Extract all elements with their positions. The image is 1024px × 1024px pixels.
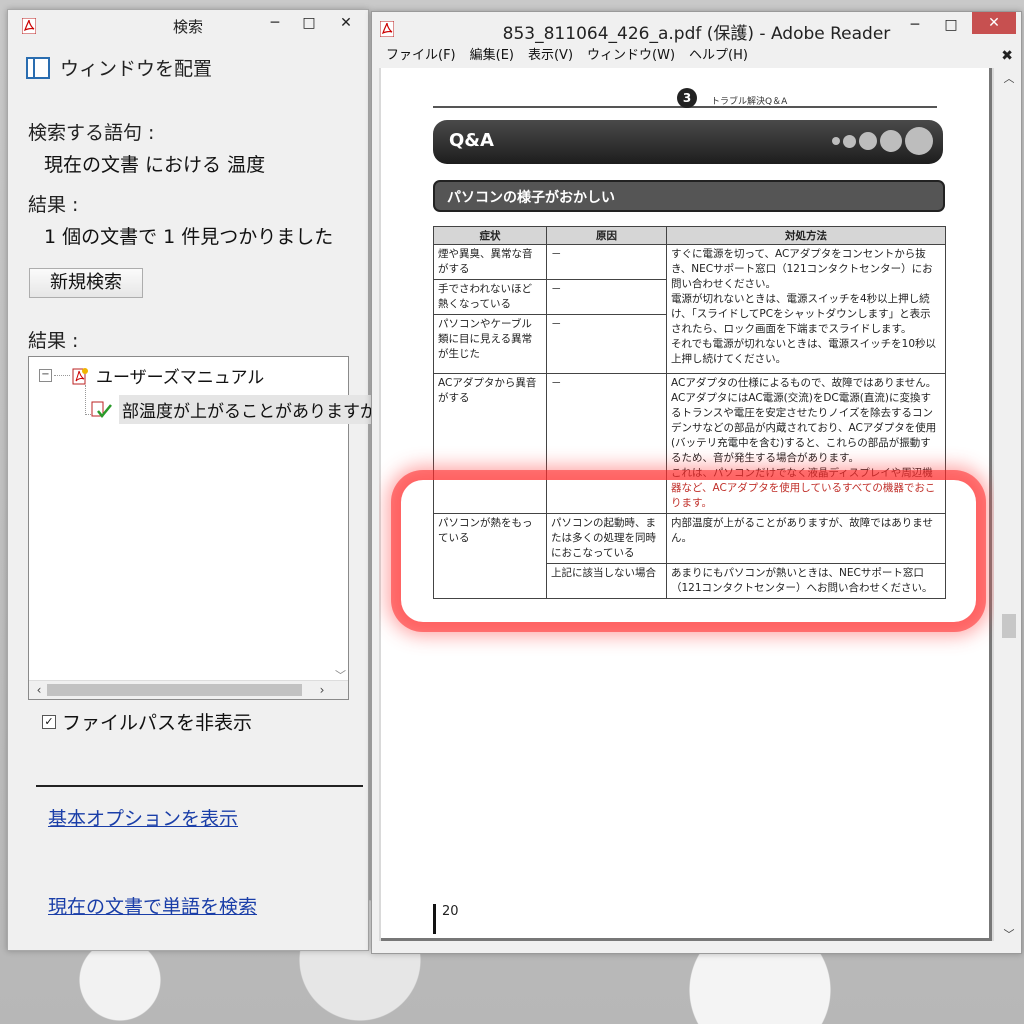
tree-doc-node[interactable]: − ユーザーズマニュアル [39,363,264,388]
search-titlebar: 検索 ─ □ ✕ [8,10,368,42]
menu-file[interactable]: ファイル(F) [386,45,456,67]
document-viewport[interactable]: 3 トラブル解決Q＆A Q&A パソコンの様子がおかしい 症状 原因 対処方法 [379,68,994,941]
reader-titlebar: 853_811064_426_a.pdf (保護) - Adobe Reader… [372,12,1021,45]
tree-doc-label: ユーザーズマニュアル [96,368,265,388]
divider [36,785,363,787]
cell-symptom: ACアダプタから異音がする [433,373,547,514]
cell-cause: － [546,314,667,374]
header-cause: 原因 [546,226,667,245]
results-tree[interactable]: − ユーザーズマニュアル 部温度が上がることがありますが ﹀ ‹ › [28,356,380,700]
close-button[interactable]: ✕ [972,12,1016,34]
cell-remedy: ACアダプタの仕様によるもので、故障ではありません。ACアダプタにはAC電源(交… [666,373,946,514]
tree-hit-node[interactable]: 部温度が上がることがありますが [91,395,380,424]
qa-banner: Q&A [433,120,943,164]
tree-horizontal-scrollbar[interactable]: ‹ › [29,680,348,699]
cell-cause: － [546,279,667,315]
cell-cause: 上記に該当しない場合 [546,563,667,599]
table-header-row: 症状 原因 対処方法 [433,226,946,245]
cell-remedy: 内部温度が上がることがありますが、故障ではありません。 [666,513,946,564]
minimize-button[interactable]: ─ [258,10,292,36]
cell-cause: － [546,373,667,514]
cell-symptom: 手でさわれないほど熱くなっている [433,279,547,315]
scroll-up-icon[interactable]: ︿ [999,70,1019,86]
maximize-button[interactable]: □ [292,10,326,36]
scroll-thumb[interactable] [47,684,302,696]
chapter-badge: 3 [677,88,697,108]
menu-edit[interactable]: 編集(E) [470,45,514,67]
scroll-down-icon[interactable]: ﹀ [999,926,1019,942]
menu-window[interactable]: ウィンドウ(W) [587,45,675,67]
menu-view[interactable]: 表示(V) [528,45,573,67]
word-search-link[interactable]: 現在の文書で単語を検索 [48,892,257,919]
cell-remedy: あまりにもパソコンが熱いときは、NECサポート窓口（121コンタクトセンター）へ… [666,563,946,599]
show-basic-options-link[interactable]: 基本オプションを表示 [48,804,238,831]
menu-help[interactable]: ヘルプ(H) [689,45,748,67]
result-summary: 1 個の文書で 1 件見つかりました [44,226,334,248]
hide-path-label: ファイルパスを非表示 [62,712,253,734]
qa-label: Q&A [449,130,494,151]
query-value: 現在の文書 における 温度 [44,154,266,176]
scroll-thumb[interactable] [1002,614,1016,638]
close-button[interactable]: ✕ [326,10,366,36]
close-document-icon[interactable]: ✖ [1001,48,1013,64]
qa-decoration [832,127,933,155]
menu-bar: ファイル(F) 編集(E) 表示(V) ウィンドウ(W) ヘルプ(H) [372,45,1021,67]
cell-cause: パソコンの起動時、または多くの処理を同時におこなっている [546,513,667,564]
troubleshooting-table: 症状 原因 対処方法 煙や異臭、異常な音がする － すぐに電源を切って、ACアダ… [433,226,946,599]
section-heading: パソコンの様子がおかしい [433,180,945,212]
tree-hit-label: 部温度が上がることがありますが [119,395,380,424]
section-title: パソコンの様子がおかしい [447,190,615,206]
new-search-button[interactable]: 新規検索 [29,268,143,298]
pdf-document-icon [72,367,88,384]
collapse-icon[interactable]: − [39,369,52,382]
cell-remedy: すぐに電源を切って、ACアダプタをコンセントから抜き、NECサポート窓口（121… [666,244,946,374]
cell-symptom: パソコンやケーブル類に目に見える異常が生じた [433,314,547,374]
search-window: 検索 ─ □ ✕ ウィンドウを配置 検索する語句 : 現在の文書 における 温度… [7,9,380,951]
query-label: 検索する語句 : [28,122,155,144]
cell-symptom: 煙や異臭、異常な音がする [433,244,547,280]
cell-symptom: パソコンが熱をもっている [433,513,547,599]
window-layout-icon [26,56,50,79]
page-number: 20 [433,904,459,934]
results-label: 結果 : [28,330,79,352]
reader-window: 853_811064_426_a.pdf (保護) - Adobe Reader… [371,11,1022,954]
search-hit-icon [91,401,112,418]
scroll-left-icon[interactable]: ‹ [31,681,47,699]
table-row: パソコンが熱をもっている パソコンの起動時、または多くの処理を同時におこなってい… [433,513,946,599]
header-remedy: 対処方法 [666,226,946,245]
checkbox-checked-icon[interactable]: ✓ [42,714,56,729]
pdf-page: 3 トラブル解決Q＆A Q&A パソコンの様子がおかしい 症状 原因 対処方法 [381,68,992,941]
header-symptom: 症状 [433,226,547,245]
chapter-title: トラブル解決Q＆A [711,97,788,107]
arrange-windows-label: ウィンドウを配置 [60,58,213,80]
cell-cause: － [546,244,667,280]
result-label: 結果 : [28,194,79,216]
table-row: ACアダプタから異音がする － ACアダプタの仕様によるもので、故障ではありませ… [433,373,946,514]
hide-path-toggle[interactable]: ✓ ファイルパスを非表示 [42,708,252,735]
maximize-button[interactable]: □ [934,12,968,38]
remedy-text-highlighted: 器など、ACアダプタを使用しているすべての機器でおこります。 [671,482,936,509]
table-row: 煙や異臭、異常な音がする － すぐに電源を切って、ACアダプタをコンセントから抜… [433,244,946,374]
scroll-right-icon[interactable]: › [314,681,330,699]
minimize-button[interactable]: ─ [898,12,932,38]
remedy-text: ACアダプタの仕様によるもので、故障ではありません。ACアダプタにはAC電源(交… [671,377,937,479]
document-vertical-scrollbar[interactable]: ︿ ﹀ [999,68,1019,944]
arrange-windows-button[interactable]: ウィンドウを配置 [26,54,212,81]
